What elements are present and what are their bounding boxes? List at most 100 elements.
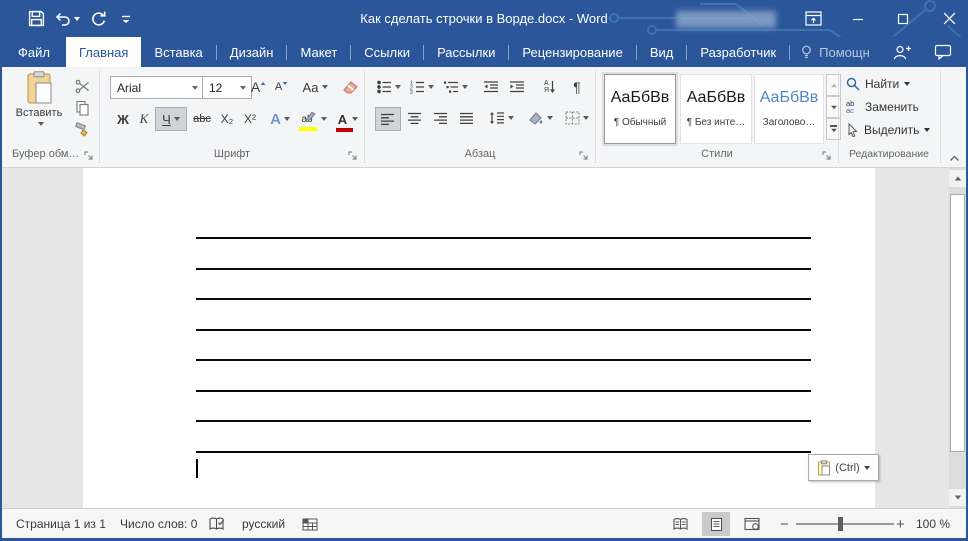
undo-button[interactable]	[52, 7, 82, 31]
zoom-out-button[interactable]: −	[780, 509, 789, 539]
subscript-button[interactable]: Х₂	[215, 108, 239, 130]
style-card-heading1[interactable]: АаБбВв Заголово…	[754, 74, 824, 144]
tell-me-box[interactable]: Помощн	[790, 37, 880, 67]
shrink-font-button[interactable]: А	[272, 76, 292, 98]
change-case-glyph: Аа	[302, 79, 319, 95]
save-button[interactable]	[24, 7, 48, 31]
align-left-icon	[381, 113, 394, 125]
font-color-button[interactable]: А	[333, 108, 363, 132]
tab-design[interactable]: Дизайн	[217, 37, 287, 67]
tab-view[interactable]: Вид	[637, 37, 687, 67]
ribbon-display-options-button[interactable]	[798, 0, 828, 37]
tab-file[interactable]: Файл	[2, 37, 66, 67]
scrollbar-thumb[interactable]	[950, 194, 965, 452]
align-right-button[interactable]	[429, 107, 453, 129]
format-painter-button[interactable]	[70, 119, 94, 141]
document-area: (Ctrl)	[2, 168, 966, 508]
tab-developer[interactable]: Разработчик	[687, 37, 789, 67]
font-name-combobox[interactable]: Arial	[110, 76, 204, 99]
zoom-level[interactable]: 100 %	[916, 509, 950, 539]
find-button[interactable]: Найти	[846, 74, 911, 94]
show-hide-marks-button[interactable]: ¶	[567, 76, 587, 98]
select-pointer-icon	[848, 123, 858, 137]
comments-icon[interactable]	[934, 44, 952, 60]
replace-button[interactable]: ab ac Заменить	[846, 97, 919, 117]
numbering-button[interactable]: 1 2 3	[407, 76, 437, 98]
ruled-line	[196, 450, 811, 453]
zoom-in-button[interactable]: +	[896, 509, 905, 539]
font-dialog-launcher[interactable]	[348, 150, 360, 162]
multilevel-list-button[interactable]	[441, 76, 471, 98]
style-card-no-spacing[interactable]: АаБбВв ¶ Без инте…	[680, 74, 752, 144]
text-highlight-button[interactable]: ab	[297, 108, 331, 131]
tab-review[interactable]: Рецензирование	[509, 37, 635, 67]
style-preview: АаБбВв	[759, 89, 819, 106]
replace-icon: ab ac	[846, 100, 860, 115]
justify-button[interactable]	[455, 107, 479, 129]
zoom-slider-thumb[interactable]	[838, 517, 843, 531]
align-center-button[interactable]	[403, 107, 427, 129]
align-left-button[interactable]	[375, 107, 401, 131]
underline-button[interactable]: Ч	[155, 107, 187, 131]
tab-home[interactable]: Главная	[65, 37, 142, 67]
superscript-button[interactable]: Х²	[239, 108, 261, 130]
font-size-combobox[interactable]: 12	[202, 76, 252, 99]
styles-dialog-launcher[interactable]	[822, 150, 834, 162]
web-layout-button[interactable]	[738, 512, 766, 536]
text-effects-button[interactable]: А	[265, 108, 295, 130]
collapse-ribbon-button[interactable]	[944, 147, 964, 169]
tab-insert[interactable]: Вставка	[141, 37, 215, 67]
clear-formatting-button[interactable]	[338, 76, 362, 98]
maximize-button[interactable]	[888, 0, 918, 37]
bullets-button[interactable]	[375, 76, 403, 98]
strikethrough-button[interactable]: abc	[189, 108, 215, 130]
font-group-label: Шрифт	[213, 148, 251, 160]
redo-button[interactable]	[86, 7, 110, 31]
paragraph-dialog-launcher[interactable]	[579, 150, 591, 162]
paste-button[interactable]: Вставить	[12, 71, 66, 145]
line-spacing-icon	[489, 112, 504, 124]
tab-mailings[interactable]: Рассылки	[424, 37, 508, 67]
scroll-down-button[interactable]	[949, 489, 966, 506]
select-button[interactable]: Выделить	[846, 120, 931, 140]
share-icon[interactable]	[893, 44, 912, 61]
italic-button[interactable]: К	[135, 108, 153, 130]
replace-label: Заменить	[865, 100, 919, 114]
ruled-line	[196, 420, 811, 422]
print-layout-button[interactable]	[702, 512, 730, 536]
minimize-button[interactable]	[843, 0, 873, 37]
clipboard-dialog-launcher[interactable]	[84, 150, 96, 162]
cut-button[interactable]	[70, 75, 94, 97]
tab-layout[interactable]: Макет	[287, 37, 350, 67]
close-button[interactable]	[934, 0, 964, 37]
line-spacing-button[interactable]	[485, 107, 517, 129]
bold-button[interactable]: Ж	[113, 108, 133, 130]
grow-font-button[interactable]: А	[248, 76, 270, 98]
paragraph-group-label: Абзац	[464, 148, 496, 160]
shading-button[interactable]	[523, 107, 557, 129]
copy-button[interactable]	[70, 97, 94, 119]
qat-customize-button[interactable]	[114, 7, 138, 31]
increase-indent-button[interactable]	[505, 76, 529, 98]
proofing-status-button[interactable]	[208, 509, 225, 539]
tab-references[interactable]: Ссылки	[351, 37, 423, 67]
sort-button[interactable]: А Я	[537, 76, 563, 98]
text-cursor	[196, 459, 198, 478]
word-window: Как сделать строчки в Ворде.docx - Word …	[0, 0, 968, 541]
lightbulb-icon	[802, 45, 812, 58]
language-indicator[interactable]: русский	[242, 509, 285, 539]
word-count[interactable]: Число слов: 0	[120, 509, 197, 539]
document-page[interactable]: (Ctrl)	[83, 168, 879, 508]
read-mode-button[interactable]	[666, 512, 694, 536]
page-indicator[interactable]: Страница 1 из 1	[16, 509, 106, 539]
change-case-button[interactable]: Аа	[298, 76, 332, 98]
paste-options-button[interactable]: (Ctrl)	[808, 454, 879, 481]
vertical-scrollbar[interactable]	[949, 168, 966, 508]
zoom-slider-track[interactable]	[796, 523, 894, 525]
scroll-up-button[interactable]	[949, 170, 966, 187]
style-card-normal[interactable]: АаБбВв ¶ Обычный	[604, 74, 676, 144]
decrease-indent-button[interactable]	[479, 76, 503, 98]
format-painter-icon	[74, 122, 88, 137]
macro-record-button[interactable]	[302, 509, 318, 539]
borders-button[interactable]	[561, 107, 593, 129]
